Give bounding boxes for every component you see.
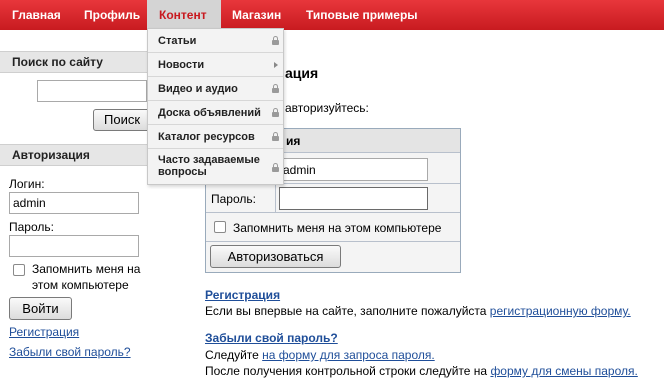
menu-item-classifieds[interactable]: Доска объявлений <box>148 101 283 125</box>
authorize-button[interactable]: Авторизоваться <box>210 245 341 268</box>
nav-item-home[interactable]: Главная <box>12 0 61 30</box>
password-field[interactable] <box>9 235 139 257</box>
lock-icon <box>272 132 279 141</box>
forgot-text1: Следуйте <box>205 348 259 362</box>
sidebar-forgot-link[interactable]: Забыли свой пароль? <box>9 345 131 359</box>
forgot-text2: После получения контрольной строки следу… <box>205 364 488 378</box>
auth-section-title: Авторизация <box>0 144 150 166</box>
submenu-arrow-icon <box>274 62 278 68</box>
search-section-title: Поиск по сайту <box>0 51 150 73</box>
register-text-body: Если вы впервые на сайте, заполните пожа… <box>205 304 487 318</box>
lock-icon <box>272 108 279 117</box>
sidebar-register-link[interactable]: Регистрация <box>9 325 79 339</box>
forgot-text-line2: После получения контрольной строки следу… <box>205 364 638 378</box>
search-input[interactable] <box>37 80 147 102</box>
main-password-field[interactable] <box>279 187 428 210</box>
login-field[interactable] <box>9 192 139 214</box>
intro-text: авторизуйтесь: <box>285 101 369 115</box>
main-login-field[interactable] <box>279 158 428 181</box>
search-button[interactable]: Поиск <box>93 109 150 131</box>
login-button[interactable]: Войти <box>9 297 72 320</box>
nav-item-profile[interactable]: Профиль <box>84 0 140 30</box>
menu-item-resource-catalog[interactable]: Каталог ресурсов <box>148 125 283 149</box>
main-remember-label: Запомнить меня на этом компьютере <box>233 221 442 235</box>
menu-item-articles[interactable]: Статьи <box>148 29 283 53</box>
register-heading-link[interactable]: Регистрация <box>205 288 280 302</box>
menu-item-video-audio[interactable]: Видео и аудио <box>148 77 283 101</box>
menu-item-news[interactable]: Новости <box>148 53 283 77</box>
main-remember-checkbox[interactable] <box>214 221 226 233</box>
remember-label-line1: Запомнить меня на <box>32 262 141 276</box>
forgot-text-line1: Следуйте на форму для запроса пароля. <box>205 348 435 362</box>
lock-icon <box>272 84 279 93</box>
remember-checkbox[interactable] <box>13 264 25 276</box>
password-label: Пароль: <box>9 220 54 234</box>
row-separator <box>206 212 460 213</box>
menu-item-faq[interactable]: Часто задаваемые вопросы <box>148 149 283 184</box>
password-request-link[interactable]: на форму для запроса пароля. <box>262 348 435 362</box>
nav-item-content[interactable]: Контент <box>147 0 221 30</box>
nav-item-shop[interactable]: Магазин <box>232 0 281 30</box>
password-change-link[interactable]: форму для смены пароля. <box>490 364 637 378</box>
forgot-heading-link[interactable]: Забыли свой пароль? <box>205 331 338 345</box>
row-separator <box>206 241 460 242</box>
nav-item-examples[interactable]: Типовые примеры <box>306 0 418 30</box>
page-title: ация <box>285 65 319 81</box>
register-text: Если вы впервые на сайте, заполните пожа… <box>205 304 631 318</box>
lock-icon <box>272 36 279 45</box>
login-label: Логин: <box>9 177 45 191</box>
lock-icon <box>272 163 279 172</box>
content-dropdown-menu: Статьи Новости Видео и аудио Доска объяв… <box>147 28 284 185</box>
login-panel-title: ия <box>286 134 301 148</box>
remember-label-line2: этом компьютере <box>32 278 129 292</box>
top-nav: Главная Профиль Контент Магазин Типовые … <box>0 0 664 30</box>
main-password-label: Пароль: <box>211 192 256 206</box>
register-form-link[interactable]: регистрационную форму. <box>490 304 631 318</box>
